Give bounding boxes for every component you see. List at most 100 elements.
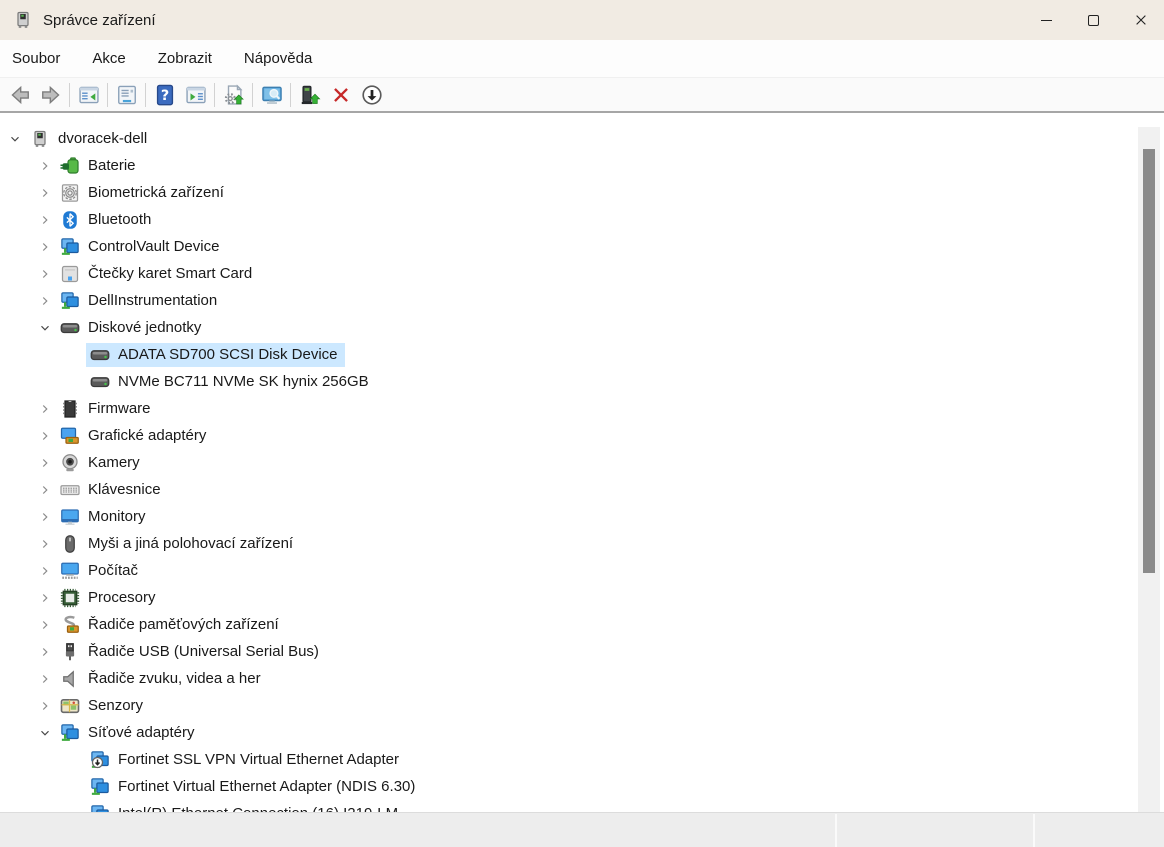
device-manager-window: Správce zařízení Soubor Akce Zobrazit Ná… xyxy=(0,0,1164,847)
status-strip xyxy=(0,812,1164,847)
disable-device-button[interactable] xyxy=(356,81,387,109)
display-adapter-icon xyxy=(60,426,80,446)
network-adapter-disabled-icon xyxy=(90,750,110,770)
toolbar-separator xyxy=(290,83,291,107)
tree-item-network-adapters[interactable]: Síťové adaptéry xyxy=(0,719,1164,746)
toolbar-separator xyxy=(145,83,146,107)
menu-action[interactable]: Akce xyxy=(82,43,135,74)
sensor-icon xyxy=(60,696,80,716)
tree-item-usb-controllers[interactable]: Řadiče USB (Universal Serial Bus) xyxy=(0,638,1164,665)
menu-help[interactable]: Nápověda xyxy=(234,43,322,74)
properties-icon xyxy=(116,84,138,106)
mouse-icon xyxy=(60,534,80,554)
uninstall-device-button[interactable] xyxy=(325,81,356,109)
tree-item-computer[interactable]: Počítač xyxy=(0,557,1164,584)
scan-hardware-changes-icon xyxy=(223,84,245,106)
tree-item-computer-root[interactable]: dvoracek-dell xyxy=(0,125,1164,152)
forward-icon xyxy=(40,84,62,106)
toolbar-separator xyxy=(252,83,253,107)
minimize-button[interactable] xyxy=(1023,0,1070,40)
computer-monitor-icon xyxy=(60,561,80,581)
update-driver-button[interactable] xyxy=(294,81,325,109)
tree-item-disk-drives[interactable]: Diskové jednotky xyxy=(0,314,1164,341)
remote-computer-search-button[interactable] xyxy=(256,81,287,109)
tree-item-firmware[interactable]: Firmware xyxy=(0,395,1164,422)
tree-item-monitors[interactable]: Monitory xyxy=(0,503,1164,530)
tree-item-display-adapters[interactable]: Grafické adaptéry xyxy=(0,422,1164,449)
scrollbar-thumb[interactable] xyxy=(1143,149,1155,573)
keyboard-icon xyxy=(60,480,80,500)
processor-icon xyxy=(60,588,80,608)
tree-item-nvme-bc711[interactable]: NVMe BC711 NVMe SK hynix 256GB xyxy=(0,368,1164,395)
show-console-tree-button[interactable] xyxy=(73,81,104,109)
help-button[interactable] xyxy=(149,81,180,109)
window-title: Správce zařízení xyxy=(43,12,156,29)
titlebar: Správce zařízení xyxy=(0,0,1164,40)
tree-item-fortinet-ssl-vpn[interactable]: Fortinet SSL VPN Virtual Ethernet Adapte… xyxy=(0,746,1164,773)
disk-drive-icon xyxy=(90,372,110,392)
tree-item-intel-ethernet[interactable]: Intel(R) Ethernet Connection (16) I219-L… xyxy=(0,800,1164,812)
tree-item-processors[interactable]: Procesory xyxy=(0,584,1164,611)
network-adapter-icon xyxy=(90,777,110,797)
tree-item-controlvault[interactable]: ControlVault Device xyxy=(0,233,1164,260)
uninstall-device-icon xyxy=(330,84,352,106)
tree-item-storage-controllers[interactable]: Řadiče paměťových zařízení xyxy=(0,611,1164,638)
help-icon xyxy=(154,84,176,106)
back-icon xyxy=(9,84,31,106)
back-button[interactable] xyxy=(4,81,35,109)
monitor-icon xyxy=(60,507,80,527)
tree-item-batteries[interactable]: Baterie xyxy=(0,152,1164,179)
menu-file[interactable]: Soubor xyxy=(12,43,70,74)
tree-item-biometric[interactable]: Biometrická zařízení xyxy=(0,179,1164,206)
minimize-icon xyxy=(1041,20,1052,21)
camera-icon xyxy=(60,453,80,473)
device-manager-app-icon xyxy=(13,10,33,30)
tree-item-sound-controllers[interactable]: Řadiče zvuku, videa a her xyxy=(0,665,1164,692)
tree-item-adata-sd700[interactable]: ADATA SD700 SCSI Disk Device xyxy=(0,341,1164,368)
tree-item-mice[interactable]: Myši a jiná polohovací zařízení xyxy=(0,530,1164,557)
network-adapter-icon xyxy=(60,723,80,743)
audio-controller-icon xyxy=(60,669,80,689)
scan-hardware-changes-button[interactable] xyxy=(218,81,249,109)
disk-drive-icon xyxy=(90,345,110,365)
toolbar-separator xyxy=(107,83,108,107)
remote-computer-search-icon xyxy=(261,84,283,106)
bluetooth-icon xyxy=(60,210,80,230)
menu-view[interactable]: Zobrazit xyxy=(148,43,222,74)
system-device-icon xyxy=(60,291,80,311)
close-icon xyxy=(1134,13,1148,27)
action-pane-icon xyxy=(185,84,207,106)
device-tree: dvoracek-dell Baterie Biometrická zaříze… xyxy=(0,113,1164,812)
computer-icon xyxy=(30,129,50,149)
tree-item-cameras[interactable]: Kamery xyxy=(0,449,1164,476)
toolbar xyxy=(0,78,1164,113)
menubar: Soubor Akce Zobrazit Nápověda xyxy=(0,40,1164,78)
tree-item-smartcard-readers[interactable]: Čtečky karet Smart Card xyxy=(0,260,1164,287)
vertical-scrollbar[interactable] xyxy=(1138,127,1160,812)
maximize-icon xyxy=(1088,15,1099,26)
tree-item-sensors[interactable]: Senzory xyxy=(0,692,1164,719)
close-button[interactable] xyxy=(1117,0,1164,40)
properties-button[interactable] xyxy=(111,81,142,109)
usb-controller-icon xyxy=(60,642,80,662)
toolbar-separator xyxy=(214,83,215,107)
status-strip-divider xyxy=(835,814,837,847)
update-driver-icon xyxy=(299,84,321,106)
tree-item-bluetooth[interactable]: Bluetooth xyxy=(0,206,1164,233)
toolbar-separator xyxy=(69,83,70,107)
device-tree-pane: dvoracek-dell Baterie Biometrická zaříze… xyxy=(0,113,1164,812)
action-pane-button[interactable] xyxy=(180,81,211,109)
tree-item-dellinstrumentation[interactable]: DellInstrumentation xyxy=(0,287,1164,314)
forward-button[interactable] xyxy=(35,81,66,109)
battery-icon xyxy=(60,156,80,176)
storage-controller-icon xyxy=(60,615,80,635)
disable-device-icon xyxy=(361,84,383,106)
firmware-chip-icon xyxy=(60,399,80,419)
maximize-button[interactable] xyxy=(1070,0,1117,40)
smart-card-reader-icon xyxy=(60,264,80,284)
network-adapter-icon xyxy=(90,804,110,813)
tree-item-keyboards[interactable]: Klávesnice xyxy=(0,476,1164,503)
tree-item-fortinet-virtual[interactable]: Fortinet Virtual Ethernet Adapter (NDIS … xyxy=(0,773,1164,800)
disk-drive-icon xyxy=(60,318,80,338)
status-strip-divider xyxy=(1033,814,1035,847)
